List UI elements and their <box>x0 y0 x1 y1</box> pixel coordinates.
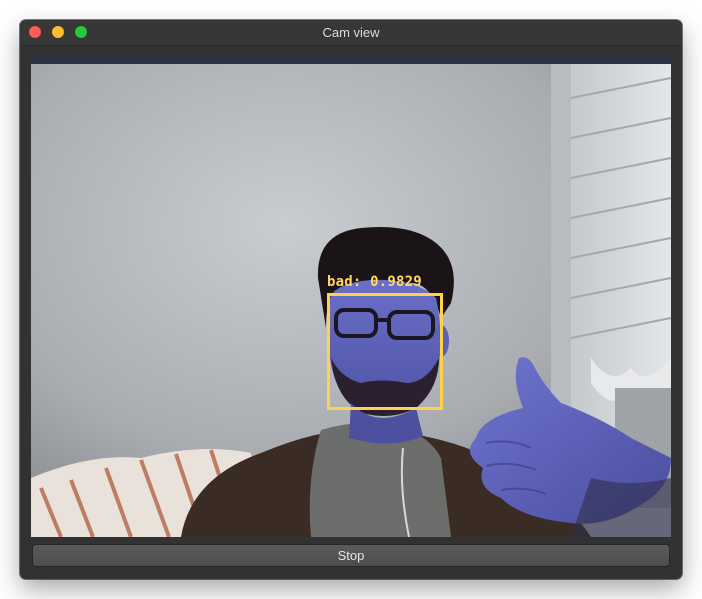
window-title: Cam view <box>322 25 380 40</box>
detection-label: bad: 0.9829 <box>327 274 422 290</box>
cam-view-window: Cam view bad: 0.9829 Stop <box>20 20 682 579</box>
detection-bounding-box <box>327 293 443 410</box>
camera-feed: bad: 0.9829 <box>31 58 671 537</box>
title-bar[interactable]: Cam view <box>20 20 682 46</box>
stop-button[interactable]: Stop <box>32 544 670 567</box>
